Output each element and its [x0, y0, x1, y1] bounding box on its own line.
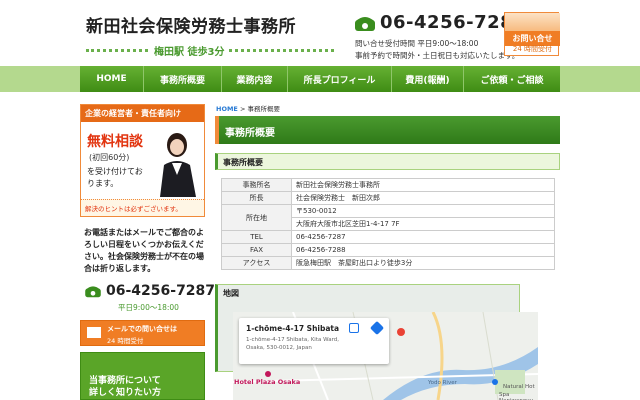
nav-home[interactable]: HOME — [80, 66, 144, 92]
breadcrumb-separator: > — [239, 105, 246, 113]
office-section-heading: 事務所概要 — [215, 153, 560, 170]
info-key: 事務所名 — [221, 178, 292, 192]
map-label-spa1: Natural Hot — [503, 384, 535, 390]
info-value: 新田社会保険労務士事務所 — [291, 178, 555, 192]
consult-top-label: 企業の経営者・責任者向け — [81, 105, 204, 122]
about-office-line2: 詳しく知りたい方 — [89, 388, 162, 398]
table-row: 所在地 〒530-0012 — [221, 204, 555, 231]
map-address-detail: 1-chōme-4-17 Shibata, Kita Ward, Osaka, … — [246, 337, 339, 351]
sidebar-mail-line2: 24 時間受付 — [107, 337, 144, 345]
sidebar-phone[interactable]: 06-4256-7287 — [84, 283, 215, 299]
info-key: FAX — [221, 243, 292, 257]
free-consult-banner[interactable]: 企業の経営者・責任者向け 無料相談 (初回60分) を受け付けております。 解決… — [80, 104, 205, 217]
info-value: 〒530-0012 — [291, 204, 555, 218]
envelope-icon — [87, 327, 101, 338]
global-nav: HOME 事務所概要 業務内容 所長プロフィール 費用(報酬) ご依頼・ご相談 — [80, 66, 560, 92]
info-key: TEL — [221, 230, 292, 244]
phone-icon — [355, 16, 375, 31]
nav-services[interactable]: 業務内容 — [222, 66, 288, 92]
map-address-card[interactable]: 1-chōme-4-17 Shibata 1-chōme-4-17 Shibat… — [239, 318, 389, 364]
contact-note: お電話またはメールでご都合のよろしい日程をいくつかお伝えください。社会保険労務士… — [84, 228, 204, 273]
about-office-text: 当事務所について 詳しく知りたい方 — [89, 375, 161, 399]
nav-office[interactable]: 事務所概要 — [144, 66, 222, 92]
sidebar-hours: 平日9:00～18:00 — [118, 303, 179, 312]
consult-duration: (初回60分) — [89, 153, 130, 162]
info-key: 所長 — [221, 191, 292, 205]
about-office-line1: 当事務所について — [89, 376, 161, 386]
station-text: 梅田駅 徒歩3分 — [150, 43, 229, 58]
map-address-title: 1-chōme-4-17 Shibata — [246, 324, 340, 333]
nav-consult[interactable]: ご依頼・ご相談 — [464, 66, 560, 92]
site-title[interactable]: 新田社会保険労務士事務所 — [86, 12, 296, 37]
sidebar-mail-line1: メールでの問い合せは — [107, 325, 177, 333]
header-mail-button[interactable]: お問い合せ 24 時間受付 — [504, 12, 560, 56]
map-label-river: Yodo River — [428, 380, 457, 386]
table-row: TEL 06-4256-7287 — [221, 230, 555, 244]
about-office-banner[interactable]: 当事務所について 詳しく知りたい方 — [80, 352, 205, 400]
breadcrumb-current: 事務所概要 — [247, 105, 280, 113]
info-value: 社会保険労務士 新田次郎 — [291, 191, 555, 205]
map-label-hotel: Hotel Plaza Osaka — [234, 378, 301, 386]
info-value: 大阪府大阪市北区芝田1-4-17 7F — [291, 217, 555, 231]
mail-button-sub: 24 時間受付 — [512, 45, 553, 53]
table-row: FAX 06-4256-7288 — [221, 243, 555, 257]
office-info-table: 事務所名 新田社会保険労務士事務所 所長 社会保険労務士 新田次郎 所在地 〒5… — [221, 178, 555, 270]
consultant-photo-icon — [160, 133, 196, 197]
header-phone[interactable]: 06-4256-7287 — [354, 12, 526, 33]
info-key: アクセス — [221, 256, 292, 270]
embedded-map[interactable]: 1-chōme-4-17 Shibata 1-chōme-4-17 Shibat… — [233, 312, 538, 400]
info-key: 所在地 — [221, 204, 292, 231]
table-row: 所長 社会保険労務士 新田次郎 — [221, 191, 555, 205]
consult-text: を受け付けております。 — [87, 167, 143, 188]
table-row: 事務所名 新田社会保険労務士事務所 — [221, 178, 555, 192]
consult-hint: 解決のヒントは必ずございます。 — [81, 199, 204, 216]
header-hours-note: 事前予約で時間外・土日祝日も対応いたします。 — [355, 51, 520, 60]
breadcrumb-home[interactable]: HOME — [216, 105, 238, 113]
phone-icon — [85, 286, 101, 298]
info-value: 06-4256-7287 — [291, 230, 555, 244]
open-map-icon[interactable] — [349, 323, 359, 333]
nav-fees[interactable]: 費用(報酬) — [392, 66, 464, 92]
page-title: 事務所概要 — [215, 116, 560, 144]
directions-icon[interactable] — [369, 320, 385, 336]
header-hours: 問い合せ受付時間 平日9:00～18:00 — [355, 39, 479, 48]
map-label-spa2: Spa Naniwanoyu — [499, 392, 533, 400]
table-row: アクセス 阪急梅田駅 茶屋町出口より徒歩3分 — [221, 256, 555, 270]
sidebar-phone-number[interactable]: 06-4256-7287 — [106, 283, 215, 299]
consult-title: 無料相談 — [87, 134, 143, 150]
sidebar-mail-button[interactable]: メールでの問い合せは 24 時間受付 — [80, 320, 205, 346]
info-value: 阪急梅田駅 茶屋町出口より徒歩3分 — [291, 256, 555, 270]
breadcrumb: HOME > 事務所概要 — [216, 103, 280, 113]
info-value: 06-4256-7288 — [291, 243, 555, 257]
nav-profile[interactable]: 所長プロフィール — [288, 66, 392, 92]
